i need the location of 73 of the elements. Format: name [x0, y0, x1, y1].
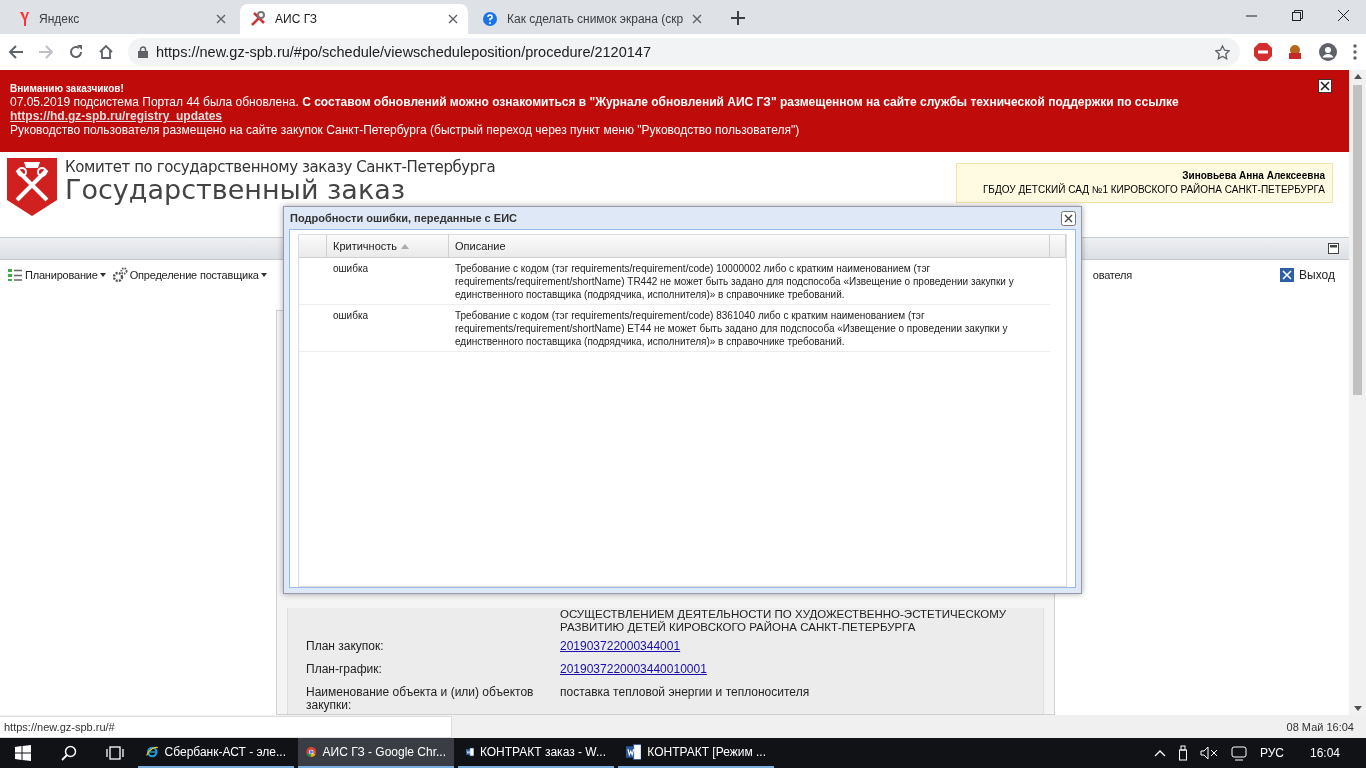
home-icon[interactable]: [98, 44, 114, 60]
usb-drive-icon[interactable]: [1177, 745, 1188, 761]
scroll-down-icon[interactable]: [1353, 706, 1362, 711]
back-icon[interactable]: [8, 44, 24, 60]
menu-item[interactable]: Планирование: [6, 268, 107, 282]
notice-heading: Вниманию заказчиков!: [10, 82, 125, 95]
table-cell-text: Требование с кодом (тэг requirements/requirement/code) 8361040 либо с кратким наименованием (тэг requirements/requirement/shortName) ET44 не может быть задано для подспособа «Извещение о проведении закупки у единственного поставщика (подрядчика, исполнителя)» в справочнике требований.: [454, 309, 1009, 348]
site-title: Государственный заказ: [65, 176, 406, 204]
letter-y-icon: [18, 11, 30, 27]
extension-icon[interactable]: [1286, 43, 1304, 61]
document-w-icon: [466, 744, 474, 760]
notice-note: Руководство пользователя размещено на сайте закупок Санкт-Петербурга (быстрый переход через пункт меню "Руководство пользователя"): [10, 123, 801, 137]
account-icon[interactable]: [1318, 42, 1338, 62]
close-icon[interactable]: [1061, 210, 1076, 226]
taskbar-app[interactable]: КОНТРАКТ [Режим ...: [618, 738, 774, 768]
field-value: ОСУЩЕСТВЛЕНИЕМ ДЕЯТЕЛЬНОСТИ ПО ХУДОЖЕСТВЕННО-ЭСТЕТИЧЕСКОМУ РАЗВИТИЮ ДЕТЕЙ КИРОВСКОГО РАЙОНА САНКТ-ПЕТЕРБУРГА: [560, 608, 1008, 634]
user-organization: ГБДОУ ДЕТСКИЙ САД №1 КИРОВСКОГО РАЙОНА САНКТ-ПЕТЕРБУРГА: [982, 184, 1325, 195]
keyboard-language[interactable]: РУС: [1259, 746, 1284, 760]
exit-button[interactable]: Выход: [1273, 266, 1341, 284]
stop-sign-icon[interactable]: [1254, 43, 1272, 61]
registry-updates-link[interactable]: https://hd.gz-spb.ru/registry_updates: [10, 109, 222, 123]
date-time: 08 Май 16:04: [1286, 720, 1355, 733]
address-bar[interactable]: https://new.gz-spb.ru/#po/schedule/viewscheduleposition/procedure/2120147: [128, 38, 1240, 66]
crest-logo: [7, 158, 57, 216]
document-w-icon: [626, 744, 642, 760]
menu-icon[interactable]: [1352, 43, 1358, 61]
scroll-up-icon[interactable]: [1353, 74, 1362, 79]
search-icon[interactable]: [61, 745, 77, 761]
chevron-up-icon[interactable]: [1153, 749, 1166, 757]
link-preview: https://new.gz-spb.ru/#: [0, 715, 452, 738]
table-cell-text: Требование с кодом (тэг requirements/requirement/code) 10000002 либо с кратким наименованием (тэг requirements/requirement/shortName) TR442 не может быть задано для подспособа «Извещение о проведении закупки у единственного поставщика (подрядчика, исполнителя)» в справочнике требований.: [454, 262, 1015, 301]
column-header[interactable]: Критичность: [327, 235, 449, 257]
table-cell-text: ошибка: [332, 262, 370, 276]
exit-door-icon: [1279, 267, 1296, 283]
network-icon[interactable]: [1229, 745, 1248, 761]
taskbar-app[interactable]: КОНТРАКТ заказ - W...: [458, 738, 614, 768]
taskbar-app[interactable]: АИС ГЗ - Google Chr...: [298, 738, 454, 768]
help-icon: [482, 11, 498, 27]
field-label: План-график:: [306, 663, 383, 676]
close-icon[interactable]: [1318, 79, 1332, 93]
close-icon[interactable]: [1337, 9, 1349, 21]
sort-ascending-icon: [401, 243, 410, 249]
browser-tab[interactable]: Как сделать снимок экрана (скр: [472, 4, 713, 34]
user-name: Зиновьева Анна Алексеевна: [1181, 169, 1325, 183]
taskbar-app[interactable]: Сбербанк-АСТ - эле...: [138, 738, 294, 768]
list-icon: [7, 268, 23, 282]
windows-start-icon[interactable]: [15, 745, 31, 761]
close-icon[interactable]: [448, 14, 458, 24]
field-link[interactable]: 201903722000344001: [560, 639, 681, 653]
field-label: Наименование объекта и (или) объектов закупки:: [306, 686, 535, 712]
menu-item[interactable]: ователя: [1091, 269, 1134, 281]
scrollbar[interactable]: [1349, 70, 1366, 715]
clock[interactable]: 16:04: [1309, 746, 1340, 760]
browser-tab[interactable]: АИС ГЗ: [240, 4, 468, 34]
dialog-title: Подробности ошибки, переданные с ЕИС: [290, 212, 517, 224]
muted-speaker-icon[interactable]: [1199, 746, 1218, 760]
browser-tab[interactable]: Яндекс: [8, 4, 236, 34]
field-value: поставка тепловой энергии и теплоносителя: [560, 686, 811, 701]
field-label: План закупок:: [306, 640, 385, 653]
notice-message: 07.05.2019 подсистема Портал 44 была обновлена. С составом обновлений можно ознакомиться в "Журнале обновлений АИС ГЗ" размещенном на сайте службы технической поддержки по ссылке https://hd.gz-spb.ru/registry_updates: [10, 95, 1180, 123]
lock-icon: [138, 46, 148, 58]
reload-icon[interactable]: [68, 44, 84, 60]
field-link[interactable]: 2019037220003440010001: [560, 662, 707, 676]
column-header[interactable]: Описание: [449, 235, 1050, 257]
collapse-icon[interactable]: [1328, 243, 1339, 254]
task-view-icon[interactable]: [106, 746, 124, 760]
star-icon[interactable]: [1215, 44, 1230, 60]
organization-name: Комитет по государственному заказу Санкт-Петербурга: [65, 158, 496, 176]
chrome-icon: [306, 744, 317, 760]
tools-icon: [250, 11, 266, 27]
restore-icon[interactable]: [1291, 9, 1303, 21]
table-cell-text: ошибка: [332, 309, 370, 323]
menu-item[interactable]: Определение поставщика: [110, 267, 268, 283]
